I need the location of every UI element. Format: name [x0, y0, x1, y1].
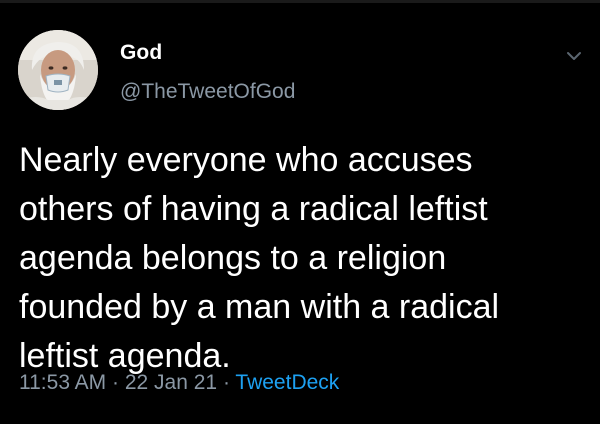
display-name[interactable]: God [120, 41, 162, 65]
separator: · [222, 371, 230, 394]
avatar[interactable] [18, 30, 98, 110]
tweet-card: God @TheTweetOfGod Nearly everyone who a… [0, 0, 600, 424]
avatar-icon [18, 30, 98, 110]
separator: · [112, 371, 120, 394]
tweet-time[interactable]: 11:53 AM [19, 371, 106, 394]
tweet-date[interactable]: 22 Jan 21 [125, 371, 217, 394]
tweet-text: Nearly everyone who accuses others of ha… [19, 141, 500, 375]
chevron-down-icon [567, 52, 581, 60]
tweet-menu-button[interactable] [563, 45, 585, 67]
divider [0, 0, 600, 3]
user-handle[interactable]: @TheTweetOfGod [120, 80, 295, 104]
tweet-source-link[interactable]: TweetDeck [235, 371, 339, 394]
tweet-metadata: 11:53 AM · 22 Jan 21 · TweetDeck [19, 371, 339, 395]
